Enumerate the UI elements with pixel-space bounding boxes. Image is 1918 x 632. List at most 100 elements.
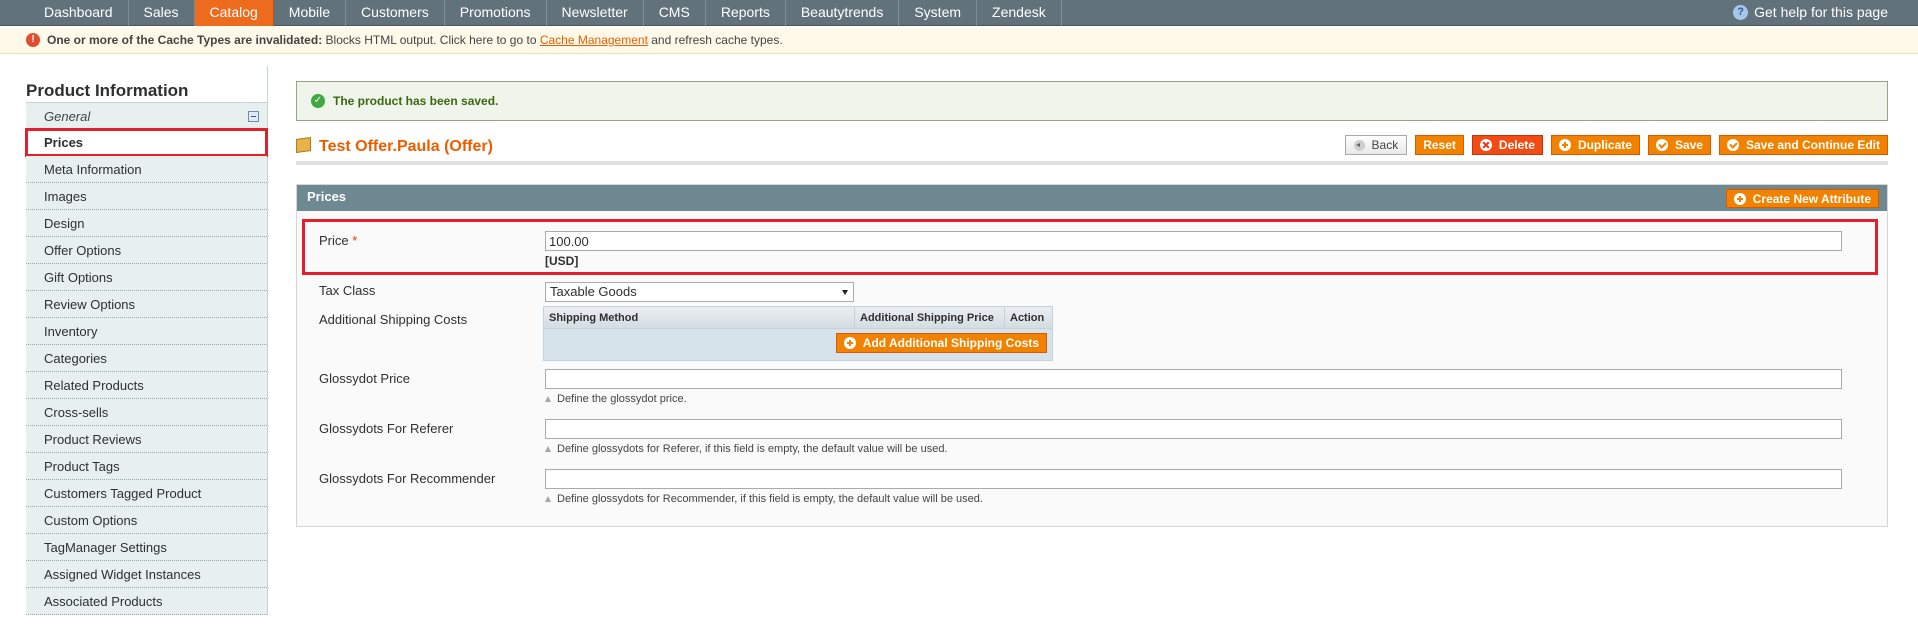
tax-class-value: Taxable Goods [550,284,637,299]
price-input[interactable] [545,231,1842,251]
sidebar-item-associated-products[interactable]: Associated Products [26,588,267,615]
check-icon [1655,139,1668,151]
page-title: Test Offer.Paula (Offer) [296,137,493,157]
success-message: ✓ The product has been saved. [296,81,1888,121]
delete-button[interactable]: Delete [1471,135,1543,155]
glossydots-recommender-note: Define glossydots for Recommender, if th… [545,493,983,505]
plus-icon [1733,192,1746,205]
plus-icon [1558,139,1571,151]
nav-dashboard[interactable]: Dashboard [29,0,129,26]
shipping-costs-label: Additional Shipping Costs [319,312,468,327]
sidebar-item-offer-options[interactable]: Offer Options [26,237,267,264]
sidebar-item-product-tags[interactable]: Product Tags [26,453,267,480]
action-buttons: Back Reset Delete Duplicate Save Save an… [1344,135,1888,155]
chevron-down-icon [842,290,848,295]
sidebar-item-customers-tagged-product[interactable]: Customers Tagged Product [26,480,267,507]
col-action: Action [1010,312,1045,324]
sidebar-item-cross-sells[interactable]: Cross-sells [26,399,267,426]
tax-class-label: Tax Class [319,283,376,298]
nav-beautytrends[interactable]: Beautytrends [786,0,900,26]
cache-notice: ! One or more of the Cache Types are inva… [0,27,1918,54]
collapse-icon[interactable] [248,111,259,122]
save-button-label: Save [1674,138,1703,152]
main-menu: Dashboard Sales Catalog Mobile Customers… [29,0,1062,26]
col-additional-price: Additional Shipping Price [855,307,1005,328]
notice-text: Blocks HTML output. Click here to go to [322,33,540,47]
sidebar-item-images[interactable]: Images [26,183,267,210]
glossydot-price-note: Define the glossydot price. [545,393,687,405]
tax-class-select[interactable]: Taxable Goods [545,282,854,302]
create-attribute-button[interactable]: Create New Attribute [1725,189,1879,208]
glossydot-price-input[interactable] [545,369,1842,389]
shipping-grid-header: Shipping Method Additional Shipping Pric… [544,307,1052,329]
glossydots-referer-label: Glossydots For Referer [319,421,454,436]
sidebar-item-review-options[interactable]: Review Options [26,291,267,318]
shipping-grid-body: Add Additional Shipping Costs [544,329,1052,360]
nav-promotions[interactable]: Promotions [445,0,547,26]
back-arrow-icon [1353,139,1365,151]
sidebar-item-inventory[interactable]: Inventory [26,318,267,345]
note-triangle-icon [545,446,551,453]
add-shipping-costs-label: Add Additional Shipping Costs [862,336,1039,350]
sidebar-item-tagmanager-settings[interactable]: TagManager Settings [26,534,267,561]
sidebar-item-categories[interactable]: Categories [26,345,267,372]
reset-button-label: Reset [1423,138,1456,152]
sidebar-item-meta-information[interactable]: Meta Information [26,156,267,183]
price-label-text: Price [319,233,349,248]
sidebar-item-custom-options[interactable]: Custom Options [26,507,267,534]
nav-mobile[interactable]: Mobile [274,0,347,26]
product-box-icon [296,137,311,154]
sidebar-group-general[interactable]: General [26,102,267,129]
nav-catalog[interactable]: Catalog [194,0,274,26]
product-info-sidebar: Product Information General Prices Meta … [25,66,268,615]
note-triangle-icon [545,496,551,503]
notice-text-after: and refresh cache types. [647,33,783,47]
help-link-label: Get help for this page [1754,4,1888,20]
back-button-label: Back [1371,138,1399,152]
save-continue-button-label: Save and Continue Edit [1745,138,1880,152]
success-check-icon: ✓ [311,93,325,108]
sidebar-tabs: General Prices Meta Information Images D… [25,102,268,615]
sidebar-item-gift-options[interactable]: Gift Options [26,264,267,291]
glossydots-referer-input[interactable] [545,419,1842,439]
help-link[interactable]: ? Get help for this page [1733,0,1888,24]
glossydot-price-note-text: Define the glossydot price. [557,393,687,405]
save-continue-button[interactable]: Save and Continue Edit [1718,135,1888,155]
reset-button[interactable]: Reset [1415,135,1464,155]
top-navigation: Dashboard Sales Catalog Mobile Customers… [0,0,1918,26]
page-header: Test Offer.Paula (Offer) Back Reset Dele… [296,135,1888,165]
sidebar-item-design[interactable]: Design [26,210,267,237]
nav-cms[interactable]: CMS [644,0,706,26]
delete-icon [1479,139,1492,151]
back-button[interactable]: Back [1344,135,1408,155]
sidebar-group-label: General [44,109,91,124]
sidebar-item-product-reviews[interactable]: Product Reviews [26,426,267,453]
nav-reports[interactable]: Reports [706,0,786,26]
sidebar-item-related-products[interactable]: Related Products [26,372,267,399]
sidebar-item-prices[interactable]: Prices [25,128,268,157]
nav-newsletter[interactable]: Newsletter [547,0,644,26]
nav-sales[interactable]: Sales [129,0,195,26]
notice-bold: One or more of the Cache Types are inval… [47,33,323,47]
glossydots-referer-note-text: Define glossydots for Referer, if this f… [557,443,948,455]
glossydot-price-label: Glossydot Price [319,371,411,386]
error-icon: ! [26,32,40,47]
add-shipping-costs-button[interactable]: Add Additional Shipping Costs [835,333,1047,353]
nav-system[interactable]: System [899,0,978,26]
glossydots-referer-note: Define glossydots for Referer, if this f… [545,443,948,455]
cache-management-link[interactable]: Cache Management [540,33,648,47]
glossydots-recommender-input[interactable] [545,469,1842,489]
check-icon [1726,139,1739,151]
glossydots-recommender-label: Glossydots For Recommender [319,471,496,486]
duplicate-button[interactable]: Duplicate [1550,135,1640,155]
glossydots-recommender-note-text: Define glossydots for Recommender, if th… [557,493,983,505]
nav-zendesk[interactable]: Zendesk [977,0,1062,26]
col-shipping-method: Shipping Method [544,307,855,328]
create-attribute-label: Create New Attribute [1752,191,1871,206]
plus-icon [843,337,856,349]
sidebar-item-assigned-widget-instances[interactable]: Assigned Widget Instances [26,561,267,588]
nav-customers[interactable]: Customers [346,0,445,26]
save-button[interactable]: Save [1647,135,1711,155]
currency-label: [USD] [545,254,579,268]
sidebar-title: Product Information [26,66,268,102]
